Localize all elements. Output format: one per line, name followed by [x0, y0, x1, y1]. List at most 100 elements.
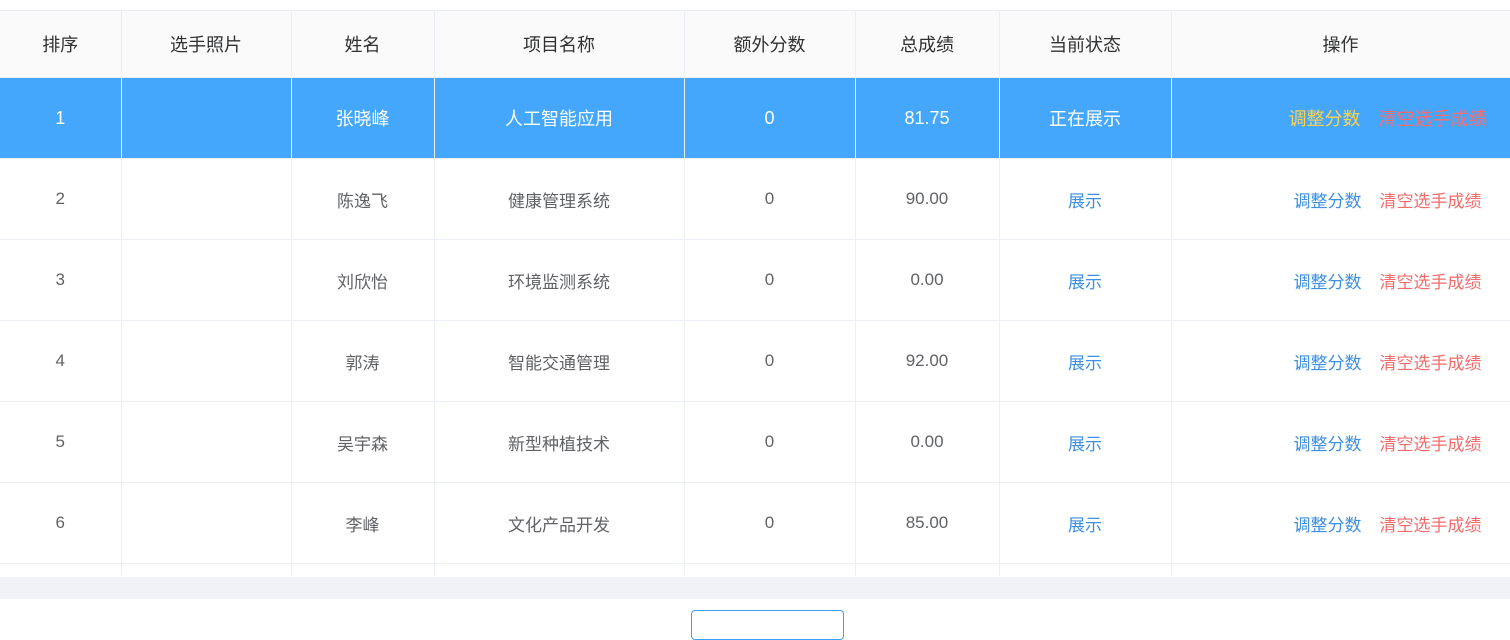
rank-cell: 2	[0, 158, 122, 240]
extra-score-cell: 0	[684, 482, 856, 564]
name-cell: 郭涛	[291, 320, 435, 402]
empty-cell	[434, 563, 685, 576]
header-name: 姓名	[291, 11, 435, 78]
table-header-row: 排序 选手照片 姓名 项目名称 额外分数 总成绩 当前状态 操作	[0, 11, 1510, 78]
status-cell: 展示	[999, 158, 1172, 240]
show-button[interactable]: 展示	[1068, 354, 1102, 373]
show-button[interactable]: 展示	[1068, 516, 1102, 535]
table-row-partial	[0, 563, 1510, 576]
extra-score-cell: 0	[684, 77, 856, 159]
show-button[interactable]: 展示	[1068, 435, 1102, 454]
clear-score-button[interactable]: 清空选手成绩	[1380, 192, 1482, 211]
total-score-cell: 92.00	[855, 320, 1000, 402]
photo-cell	[121, 239, 292, 321]
actions-cell: 调整分数 清空选手成绩	[1171, 401, 1510, 483]
empty-cell	[1171, 563, 1510, 576]
adjust-score-button[interactable]: 调整分数	[1289, 109, 1361, 129]
empty-cell	[0, 563, 122, 576]
header-project: 项目名称	[434, 11, 685, 78]
clear-score-button[interactable]: 清空选手成绩	[1380, 435, 1482, 454]
actions-group: 调整分数 清空选手成绩	[1294, 268, 1482, 293]
table-footer-band	[0, 577, 1510, 599]
photo-cell	[121, 482, 292, 564]
total-score-cell: 81.75	[855, 77, 1000, 159]
adjust-score-button[interactable]: 调整分数	[1294, 273, 1362, 292]
rank-cell: 5	[0, 401, 122, 483]
project-cell: 环境监测系统	[434, 239, 685, 321]
empty-cell	[999, 563, 1172, 576]
actions-cell: 调整分数 清空选手成绩	[1171, 482, 1510, 564]
empty-cell	[121, 563, 292, 576]
name-cell: 张晓峰	[291, 77, 435, 159]
actions-group: 调整分数 清空选手成绩	[1294, 511, 1482, 536]
rank-cell: 4	[0, 320, 122, 402]
adjust-score-button[interactable]: 调整分数	[1294, 435, 1362, 454]
empty-cell	[291, 563, 435, 576]
table-row[interactable]: 6 李峰 文化产品开发 0 85.00 展示 调整分数 清空选手成绩	[0, 482, 1510, 564]
adjust-score-button[interactable]: 调整分数	[1294, 516, 1362, 535]
clear-score-button[interactable]: 清空选手成绩	[1380, 516, 1482, 535]
extra-score-cell: 0	[684, 320, 856, 402]
extra-score-cell: 0	[684, 401, 856, 483]
table-row[interactable]: 4 郭涛 智能交通管理 0 92.00 展示 调整分数 清空选手成绩	[0, 320, 1510, 402]
empty-cell	[684, 563, 856, 576]
clear-score-button[interactable]: 清空选手成绩	[1380, 273, 1482, 292]
empty-cell	[855, 563, 1000, 576]
project-cell: 人工智能应用	[434, 77, 685, 159]
table-row[interactable]: 5 吴宇森 新型种植技术 0 0.00 展示 调整分数 清空选手成绩	[0, 401, 1510, 483]
actions-cell: 调整分数 清空选手成绩	[1171, 320, 1510, 402]
actions-group: 调整分数 清空选手成绩	[1294, 187, 1482, 212]
total-score-cell: 90.00	[855, 158, 1000, 240]
pagination-button[interactable]	[691, 610, 844, 640]
photo-cell	[121, 77, 292, 159]
header-total-score: 总成绩	[855, 11, 1000, 78]
header-photo: 选手照片	[121, 11, 292, 78]
project-cell: 文化产品开发	[434, 482, 685, 564]
project-cell: 新型种植技术	[434, 401, 685, 483]
actions-group: 调整分数 清空选手成绩	[1294, 430, 1482, 455]
clear-score-button[interactable]: 清空选手成绩	[1379, 109, 1487, 129]
actions-group: 调整分数 清空选手成绩	[1289, 105, 1487, 131]
show-button[interactable]: 展示	[1068, 192, 1102, 211]
clear-score-button[interactable]: 清空选手成绩	[1380, 354, 1482, 373]
rank-cell: 1	[0, 77, 122, 159]
extra-score-cell: 0	[684, 239, 856, 321]
project-cell: 健康管理系统	[434, 158, 685, 240]
show-button[interactable]: 展示	[1068, 273, 1102, 292]
total-score-cell: 85.00	[855, 482, 1000, 564]
header-status: 当前状态	[999, 11, 1172, 78]
status-cell: 正在展示	[999, 77, 1172, 159]
table-row[interactable]: 1 张晓峰 人工智能应用 0 81.75 正在展示 调整分数 清空选手成绩	[0, 77, 1510, 159]
status-cell: 展示	[999, 239, 1172, 321]
status-cell: 展示	[999, 482, 1172, 564]
actions-cell: 调整分数 清空选手成绩	[1171, 158, 1510, 240]
adjust-score-button[interactable]: 调整分数	[1294, 192, 1362, 211]
photo-cell	[121, 401, 292, 483]
header-rank: 排序	[0, 11, 122, 78]
project-cell: 智能交通管理	[434, 320, 685, 402]
scores-table-wrapper: 排序 选手照片 姓名 项目名称 额外分数 总成绩 当前状态 操作 1 张晓峰 人工智…	[0, 10, 1510, 578]
adjust-score-button[interactable]: 调整分数	[1294, 354, 1362, 373]
status-cell: 展示	[999, 401, 1172, 483]
header-extra-score: 额外分数	[684, 11, 856, 78]
actions-cell: 调整分数 清空选手成绩	[1171, 239, 1510, 321]
actions-cell: 调整分数 清空选手成绩	[1171, 77, 1510, 159]
name-cell: 陈逸飞	[291, 158, 435, 240]
name-cell: 吴宇森	[291, 401, 435, 483]
name-cell: 刘欣怡	[291, 239, 435, 321]
rank-cell: 3	[0, 239, 122, 321]
photo-cell	[121, 320, 292, 402]
status-showing-label: 正在展示	[1049, 109, 1121, 129]
extra-score-cell: 0	[684, 158, 856, 240]
total-score-cell: 0.00	[855, 401, 1000, 483]
name-cell: 李峰	[291, 482, 435, 564]
table-row[interactable]: 2 陈逸飞 健康管理系统 0 90.00 展示 调整分数 清空选手成绩	[0, 158, 1510, 240]
photo-cell	[121, 158, 292, 240]
actions-group: 调整分数 清空选手成绩	[1294, 349, 1482, 374]
table-row[interactable]: 3 刘欣怡 环境监测系统 0 0.00 展示 调整分数 清空选手成绩	[0, 239, 1510, 321]
total-score-cell: 0.00	[855, 239, 1000, 321]
scores-table: 排序 选手照片 姓名 项目名称 额外分数 总成绩 当前状态 操作 1 张晓峰 人工智…	[0, 11, 1510, 576]
header-actions: 操作	[1171, 11, 1510, 78]
rank-cell: 6	[0, 482, 122, 564]
status-cell: 展示	[999, 320, 1172, 402]
